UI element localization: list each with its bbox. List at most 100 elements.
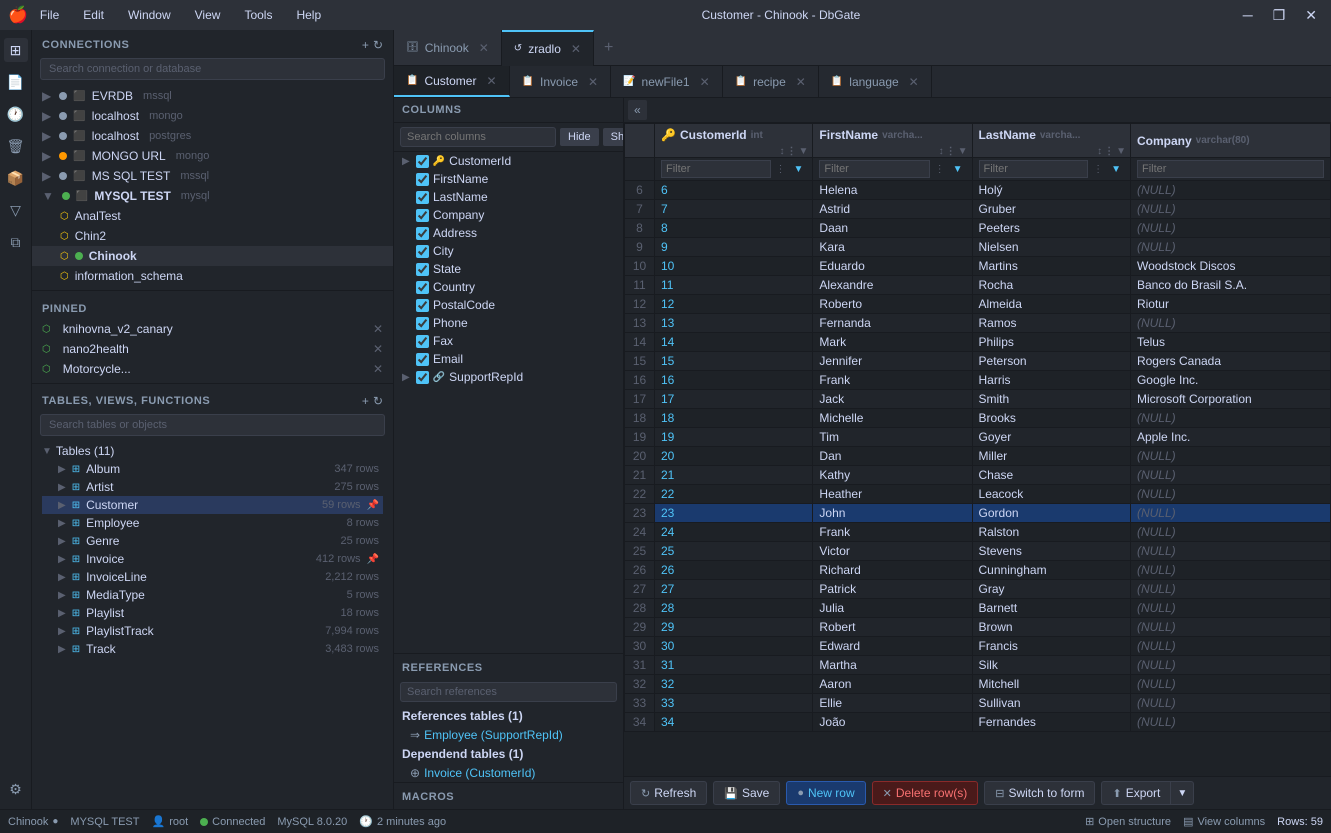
grid-wrapper[interactable]: 🔑 CustomerId int ↕ ⋮ ▼ [624, 123, 1331, 776]
id-link[interactable]: 32 [661, 677, 674, 691]
filter-apply-button[interactable]: ▼ [950, 163, 966, 176]
table-row[interactable]: 1717JackSmithMicrosoft Corporation [625, 390, 1331, 409]
close-tab-button[interactable]: ✕ [479, 41, 489, 55]
sort-icon[interactable]: ↕ [780, 146, 785, 157]
pinned-item-2[interactable]: ⬡ Motorcycle... ✕ [32, 359, 393, 379]
table-row[interactable]: 2828JuliaBarnett(NULL) [625, 599, 1331, 618]
table-row[interactable]: 2424FrankRalston(NULL) [625, 523, 1331, 542]
id-link[interactable]: 16 [661, 373, 674, 387]
db-item-analtest[interactable]: ⬡ AnalTest [32, 206, 393, 226]
conn-item-mysql-test[interactable]: ▼ ⬛ MYSQL TEST mysql [32, 186, 393, 206]
cell-customerid[interactable]: 34 [655, 713, 813, 732]
close-button[interactable]: ✕ [1299, 5, 1323, 26]
col-item-country[interactable]: Country [394, 278, 623, 296]
settings-icon[interactable]: ⚙ [4, 777, 28, 801]
cell-customerid[interactable]: 27 [655, 580, 813, 599]
cell-customerid[interactable]: 29 [655, 618, 813, 637]
cell-customerid[interactable]: 8 [655, 219, 813, 238]
id-link[interactable]: 26 [661, 563, 674, 577]
col-item-phone[interactable]: Phone [394, 314, 623, 332]
menu-tools[interactable]: Tools [240, 6, 276, 24]
conn-item-localhost-mongo[interactable]: ▶ ⬛ localhost mongo [32, 106, 393, 126]
pinned-item-1[interactable]: ⬡ nano2health ✕ [32, 339, 393, 359]
filter-icon[interactable]: ▽ [4, 198, 28, 222]
filter-input-company[interactable] [1137, 160, 1324, 178]
refresh-connections-button[interactable]: ↻ [373, 38, 383, 52]
cell-customerid[interactable]: 13 [655, 314, 813, 333]
menu-edit[interactable]: Edit [79, 6, 108, 24]
cell-customerid[interactable]: 26 [655, 561, 813, 580]
cell-customerid[interactable]: 11 [655, 276, 813, 295]
tab-recipe[interactable]: 📋 recipe ✕ [723, 66, 819, 97]
menu-view[interactable]: View [191, 6, 225, 24]
table-row[interactable]: 3333EllieSullivan(NULL) [625, 694, 1331, 713]
filter-cell-company[interactable] [1130, 158, 1330, 181]
id-link[interactable]: 30 [661, 639, 674, 653]
filter-cell-firstname[interactable]: ⋮ ▼ [813, 158, 972, 181]
table-row[interactable]: 2323JohnGordon(NULL) [625, 504, 1331, 523]
close-tab-button[interactable]: ✕ [700, 75, 710, 89]
cell-customerid[interactable]: 24 [655, 523, 813, 542]
cell-customerid[interactable]: 17 [655, 390, 813, 409]
refresh-button[interactable]: ↻ Refresh [630, 781, 707, 805]
connections-search-input[interactable] [40, 58, 385, 80]
sort-icon[interactable]: ↕ [939, 146, 944, 157]
cell-customerid[interactable]: 14 [655, 333, 813, 352]
cell-customerid[interactable]: 16 [655, 371, 813, 390]
col-item-company[interactable]: Company [394, 206, 623, 224]
table-row[interactable]: 3232AaronMitchell(NULL) [625, 675, 1331, 694]
filter-options-button[interactable]: ⋮ [932, 163, 948, 176]
cell-customerid[interactable]: 12 [655, 295, 813, 314]
pinned-item-0[interactable]: ⬡ knihovna_v2_canary ✕ [32, 319, 393, 339]
col-checkbox[interactable] [416, 173, 429, 186]
table-row[interactable]: 77AstridGruber(NULL) [625, 200, 1331, 219]
db-item-info-schema[interactable]: ⬡ information_schema [32, 266, 393, 286]
dep-item-invoice[interactable]: ⊕ Invoice (CustomerId) [394, 764, 623, 782]
col-checkbox[interactable] [416, 281, 429, 294]
table-item-genre[interactable]: ▶ ⊞ Genre 25 rows [42, 532, 383, 550]
th-lastname[interactable]: LastName varcha... ↕ ⋮ ▼ [972, 124, 1130, 158]
table-item-album[interactable]: ▶ ⊞ Album 347 rows [42, 460, 383, 478]
close-tab-button[interactable]: ✕ [486, 74, 496, 88]
history-icon[interactable]: 🕐 [4, 102, 28, 126]
cell-customerid[interactable]: 7 [655, 200, 813, 219]
table-row[interactable]: 3131MarthaSilk(NULL) [625, 656, 1331, 675]
tab-customer[interactable]: 📋 Customer ✕ [394, 66, 510, 97]
tvf-search-input[interactable] [40, 414, 385, 436]
th-menu-dots[interactable]: ⋮ [1104, 146, 1114, 157]
th-firstname[interactable]: FirstName varcha... ↕ ⋮ ▼ [813, 124, 972, 158]
menu-help[interactable]: Help [292, 6, 325, 24]
cell-customerid[interactable]: 31 [655, 656, 813, 675]
col-item-supportrepid[interactable]: ▶ 🔗 SupportRepId [394, 368, 623, 386]
table-row[interactable]: 99KaraNielsen(NULL) [625, 238, 1331, 257]
status-server[interactable]: MYSQL TEST [70, 816, 139, 828]
id-link[interactable]: 20 [661, 449, 674, 463]
unpin-button[interactable]: ✕ [373, 322, 383, 336]
table-item-employee[interactable]: ▶ ⊞ Employee 8 rows [42, 514, 383, 532]
tab-chinook[interactable]: 🗄 Chinook ✕ [394, 30, 502, 66]
connections-icon[interactable]: ⊞ [4, 38, 28, 62]
col-item-lastname[interactable]: LastName [394, 188, 623, 206]
show-button[interactable]: Show [603, 128, 624, 146]
id-link[interactable]: 11 [661, 278, 673, 292]
table-row[interactable]: 1010EduardoMartinsWoodstock Discos [625, 257, 1331, 276]
table-item-artist[interactable]: ▶ ⊞ Artist 275 rows [42, 478, 383, 496]
col-checkbox[interactable] [416, 263, 429, 276]
add-table-button[interactable]: + [362, 394, 369, 408]
col-checkbox[interactable] [416, 155, 429, 168]
th-menu-dots[interactable]: ⋮ [787, 146, 797, 157]
id-link[interactable]: 29 [661, 620, 674, 634]
menu-window[interactable]: Window [124, 6, 175, 24]
cell-customerid[interactable]: 32 [655, 675, 813, 694]
id-link[interactable]: 17 [661, 392, 674, 406]
table-row[interactable]: 1313FernandaRamos(NULL) [625, 314, 1331, 333]
id-link[interactable]: 15 [661, 354, 674, 368]
collapse-panel-button[interactable]: « [628, 100, 647, 120]
table-row[interactable]: 1212RobertoAlmeidaRiotur [625, 295, 1331, 314]
refresh-tables-button[interactable]: ↻ [373, 394, 383, 408]
col-checkbox[interactable] [416, 191, 429, 204]
filter-input-customerid[interactable] [661, 160, 771, 178]
packages-icon[interactable]: 📦 [4, 166, 28, 190]
table-item-mediatype[interactable]: ▶ ⊞ MediaType 5 rows [42, 586, 383, 604]
filter-options-button[interactable]: ⋮ [773, 163, 789, 176]
